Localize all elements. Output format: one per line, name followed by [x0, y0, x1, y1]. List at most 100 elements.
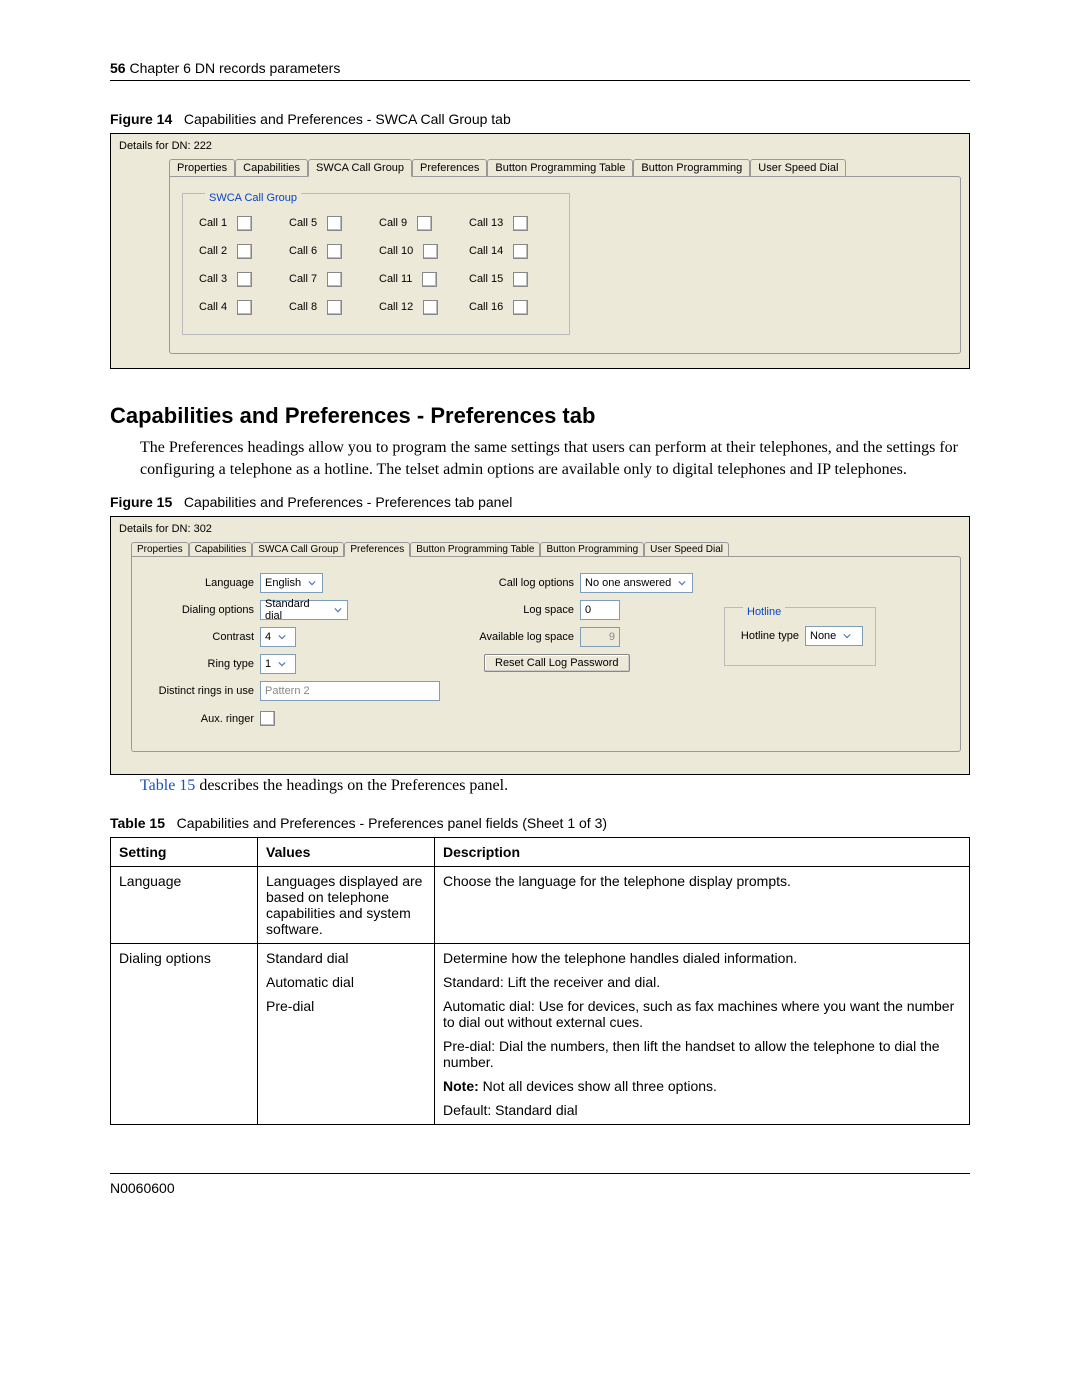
language-select[interactable]: English [260, 573, 323, 593]
call-cell: Call 11 [379, 266, 463, 292]
aux-label: Aux. ringer [144, 713, 260, 725]
call-checkbox[interactable] [513, 216, 528, 231]
page-header: 56 Chapter 6 DN records parameters [110, 60, 970, 81]
tab-swca-call-group[interactable]: SWCA Call Group [252, 542, 344, 557]
tab-button-programming[interactable]: Button Programming [633, 159, 750, 177]
call-checkbox[interactable] [422, 272, 437, 287]
page-number: 56 [110, 60, 126, 76]
tab-capabilities[interactable]: Capabilities [235, 159, 308, 177]
call-grid: Call 1Call 2Call 3Call 4Call 5Call 6Call… [199, 210, 553, 320]
tab-user-speed-dial[interactable]: User Speed Dial [644, 542, 729, 557]
reset-calllog-button[interactable]: Reset Call Log Password [484, 654, 630, 672]
tab-button-programming-table[interactable]: Button Programming Table [410, 542, 540, 557]
call-checkbox[interactable] [327, 244, 342, 259]
call-label: Call 3 [199, 273, 227, 285]
panel-title: Details for DN: 302 [119, 523, 961, 535]
call-cell: Call 5 [289, 210, 373, 236]
contrast-label: Contrast [144, 631, 260, 643]
tab-swca-call-group[interactable]: SWCA Call Group [308, 159, 412, 177]
call-checkbox[interactable] [237, 300, 252, 315]
aux-ringer-checkbox[interactable] [260, 711, 275, 726]
call-checkbox[interactable] [513, 244, 528, 259]
table15-link[interactable]: Table 15 [140, 777, 195, 794]
doc-id: N0060600 [110, 1180, 175, 1196]
figure14-panel: Details for DN: 222 PropertiesCapabiliti… [110, 133, 970, 369]
section-heading: Capabilities and Preferences - Preferenc… [110, 403, 970, 429]
tab-preferences[interactable]: Preferences [412, 159, 487, 177]
tab-button-programming-table[interactable]: Button Programming Table [487, 159, 633, 177]
figure14-caption: Figure 14 Capabilities and Preferences -… [110, 111, 970, 127]
avail-field: 9 [580, 627, 620, 647]
tab-user-speed-dial[interactable]: User Speed Dial [750, 159, 846, 177]
col-setting: Setting [111, 837, 258, 866]
preferences-layout: Language English Dialing options Standar… [144, 573, 948, 733]
call-cell: Call 10 [379, 238, 463, 264]
call-checkbox[interactable] [327, 272, 342, 287]
tab-properties[interactable]: Properties [169, 159, 235, 177]
panel-title: Details for DN: 222 [119, 140, 961, 152]
call-label: Call 1 [199, 217, 227, 229]
call-cell: Call 3 [199, 266, 283, 292]
table-row: Dialing optionsStandard dialAutomatic di… [111, 943, 970, 1124]
tab-properties[interactable]: Properties [131, 542, 189, 557]
call-cell: Call 14 [469, 238, 553, 264]
dialing-select[interactable]: Standard dial [260, 600, 348, 620]
call-cell: Call 1 [199, 210, 283, 236]
tab-strip: PropertiesCapabilitiesSWCA Call GroupPre… [131, 542, 961, 557]
call-cell: Call 16 [469, 294, 553, 320]
call-checkbox[interactable] [237, 244, 252, 259]
call-label: Call 2 [199, 245, 227, 257]
call-label: Call 10 [379, 245, 413, 257]
call-checkbox[interactable] [513, 272, 528, 287]
chevron-down-icon [275, 630, 289, 644]
tab-body: SWCA Call Group Call 1 Call 2 Call 3 Call 4… [169, 176, 961, 354]
call-label: Call 14 [469, 245, 503, 257]
call-checkbox[interactable] [417, 216, 432, 231]
chapter-title: Chapter 6 DN records parameters [129, 60, 340, 76]
call-label: Call 9 [379, 217, 407, 229]
call-cell: Call 2 [199, 238, 283, 264]
call-checkbox[interactable] [327, 300, 342, 315]
chevron-down-icon [275, 657, 289, 671]
call-cell: Call 8 [289, 294, 373, 320]
tab-button-programming[interactable]: Button Programming [540, 542, 644, 557]
ringtype-select[interactable]: 1 [260, 654, 296, 674]
tab-body: Language English Dialing options Standar… [131, 556, 961, 752]
tab-strip: PropertiesCapabilitiesSWCA Call GroupPre… [169, 159, 961, 177]
call-cell: Call 7 [289, 266, 373, 292]
fieldset-label: SWCA Call Group [205, 192, 301, 204]
calllog-select[interactable]: No one answered [580, 573, 693, 593]
distinct-label: Distinct rings in use [144, 685, 260, 697]
call-cell: Call 13 [469, 210, 553, 236]
ringtype-label: Ring type [144, 658, 260, 670]
hotline-fieldset-label: Hotline [743, 606, 785, 618]
call-checkbox[interactable] [423, 300, 438, 315]
call-checkbox[interactable] [513, 300, 528, 315]
call-checkbox[interactable] [237, 216, 252, 231]
call-checkbox[interactable] [327, 216, 342, 231]
chevron-down-icon [675, 576, 689, 590]
hotline-type-label: Hotline type [737, 630, 805, 642]
chevron-down-icon [840, 629, 854, 643]
call-cell: Call 12 [379, 294, 463, 320]
logspace-field[interactable]: 0 [580, 600, 620, 620]
call-label: Call 16 [469, 301, 503, 313]
call-cell: Call 6 [289, 238, 373, 264]
figure15-caption: Figure 15 Capabilities and Preferences -… [110, 494, 970, 510]
call-label: Call 12 [379, 301, 413, 313]
call-checkbox[interactable] [237, 272, 252, 287]
call-cell: Call 15 [469, 266, 553, 292]
hotline-type-select[interactable]: None [805, 626, 863, 646]
tab-capabilities[interactable]: Capabilities [189, 542, 253, 557]
table-row: LanguageLanguages displayed are based on… [111, 866, 970, 943]
call-checkbox[interactable] [423, 244, 438, 259]
page-footer: N0060600 [110, 1173, 970, 1196]
call-label: Call 7 [289, 273, 317, 285]
logspace-label: Log space [464, 604, 580, 616]
call-label: Call 8 [289, 301, 317, 313]
tab-preferences[interactable]: Preferences [344, 542, 410, 557]
contrast-select[interactable]: 4 [260, 627, 296, 647]
chevron-down-icon [332, 603, 346, 617]
distinct-field[interactable]: Pattern 2 [260, 681, 440, 701]
call-cell: Call 4 [199, 294, 283, 320]
